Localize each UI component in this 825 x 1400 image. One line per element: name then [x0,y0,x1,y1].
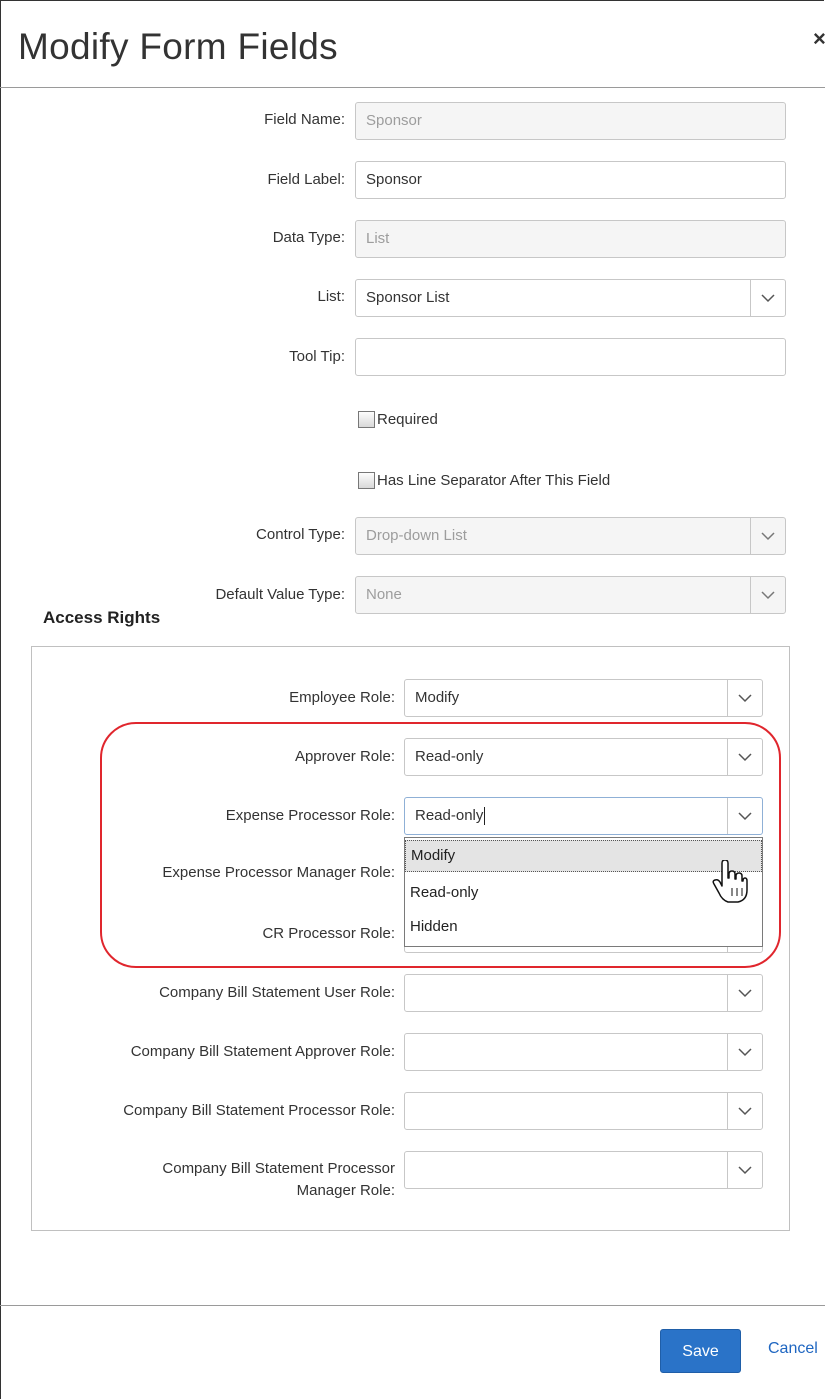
cbs-processor-manager-role-toggle[interactable] [727,1152,762,1188]
expense-processor-role-dropdown: Modify Read-only Hidden [404,837,763,947]
cbs-processor-manager-role-select[interactable] [404,1151,763,1189]
role-label: CR Processor Role: [262,925,395,942]
line-separator-option[interactable]: Has Line Separator After This Field [358,472,610,489]
chevron-down-icon [738,1165,752,1174]
role-label: Company Bill Statement Processor Role: [123,1102,395,1119]
approver-role-toggle[interactable] [727,739,762,775]
chevron-down-icon [761,293,775,302]
line-separator-label: Has Line Separator After This Field [377,472,611,489]
role-value: Read-only [415,807,484,824]
hand-pointer-icon [712,860,748,903]
tool-tip-label: Tool Tip: [289,348,345,365]
header-divider [0,87,825,88]
cancel-button[interactable]: Cancel [768,1340,818,1358]
dialog-title: Modify Form Fields [18,26,338,67]
list-label: List: [317,288,345,305]
default-value-type-select[interactable]: None [355,576,786,614]
field-name-input[interactable]: Sponsor [355,102,786,140]
role-label: Expense Processor Manager Role: [162,864,395,881]
role-label: Company Bill Statement User Role: [159,984,395,1001]
list-select[interactable]: Sponsor List [355,279,786,317]
field-label-input[interactable]: Sponsor [355,161,786,199]
role-label: Approver Role: [294,748,395,765]
role-value: Modify [415,689,460,706]
role-value: Read-only [415,748,484,765]
line-separator-checkbox[interactable] [358,472,375,489]
chevron-down-icon [738,1047,752,1056]
list-select-value: Sponsor List [366,289,450,306]
employee-role-select[interactable]: Modify [404,679,763,717]
cbs-user-role-toggle[interactable] [727,975,762,1011]
field-name-label: Field Name: [264,111,345,128]
role-label-line: Manager Role: [296,1182,395,1199]
cbs-approver-role-toggle[interactable] [727,1034,762,1070]
chevron-down-icon [738,752,752,761]
control-type-value: Drop-down List [366,527,467,544]
cbs-processor-role-toggle[interactable] [727,1093,762,1129]
expense-processor-role-select[interactable]: Read-only [404,797,763,835]
footer-divider [0,1305,825,1306]
save-button[interactable]: Save [660,1329,741,1373]
chevron-down-icon [738,811,752,820]
required-label: Required [377,411,438,428]
control-type-toggle[interactable] [750,518,785,554]
field-label-label: Field Label: [267,171,345,188]
control-type-select[interactable]: Drop-down List [355,517,786,555]
default-value-type-value: None [366,586,402,603]
expense-processor-role-toggle[interactable] [727,798,762,834]
cbs-approver-role-select[interactable] [404,1033,763,1071]
required-checkbox[interactable] [358,411,375,428]
control-type-label: Control Type: [256,526,345,543]
employee-role-toggle[interactable] [727,680,762,716]
role-label: Company Bill Statement Approver Role: [130,1043,395,1060]
approver-role-select[interactable]: Read-only [404,738,763,776]
tool-tip-input[interactable] [355,338,786,376]
default-value-type-label: Default Value Type: [215,586,345,603]
chevron-down-icon [761,531,775,540]
required-option[interactable]: Required [358,411,438,428]
chevron-down-icon [738,1106,752,1115]
list-select-toggle[interactable] [750,280,785,316]
dropdown-option-read-only[interactable]: Read-only [405,877,762,909]
access-rights-legend: Access Rights [43,608,164,628]
data-type-input[interactable]: List [355,220,786,258]
dropdown-option-hidden[interactable]: Hidden [405,911,762,943]
default-value-type-toggle[interactable] [750,577,785,613]
close-icon[interactable]: × [813,26,825,52]
chevron-down-icon [738,988,752,997]
cbs-user-role-select[interactable] [404,974,763,1012]
role-label: Employee Role: [289,689,395,706]
cbs-processor-role-select[interactable] [404,1092,763,1130]
chevron-down-icon [761,590,775,599]
role-label-multiline: Company Bill Statement Processor Manager… [60,1158,395,1202]
data-type-label: Data Type: [272,229,345,246]
text-caret [484,807,486,826]
dropdown-option-modify[interactable]: Modify [405,840,762,872]
role-label: Expense Processor Role: [225,807,395,824]
role-label-line: Company Bill Statement Processor [162,1160,395,1177]
chevron-down-icon [738,693,752,702]
